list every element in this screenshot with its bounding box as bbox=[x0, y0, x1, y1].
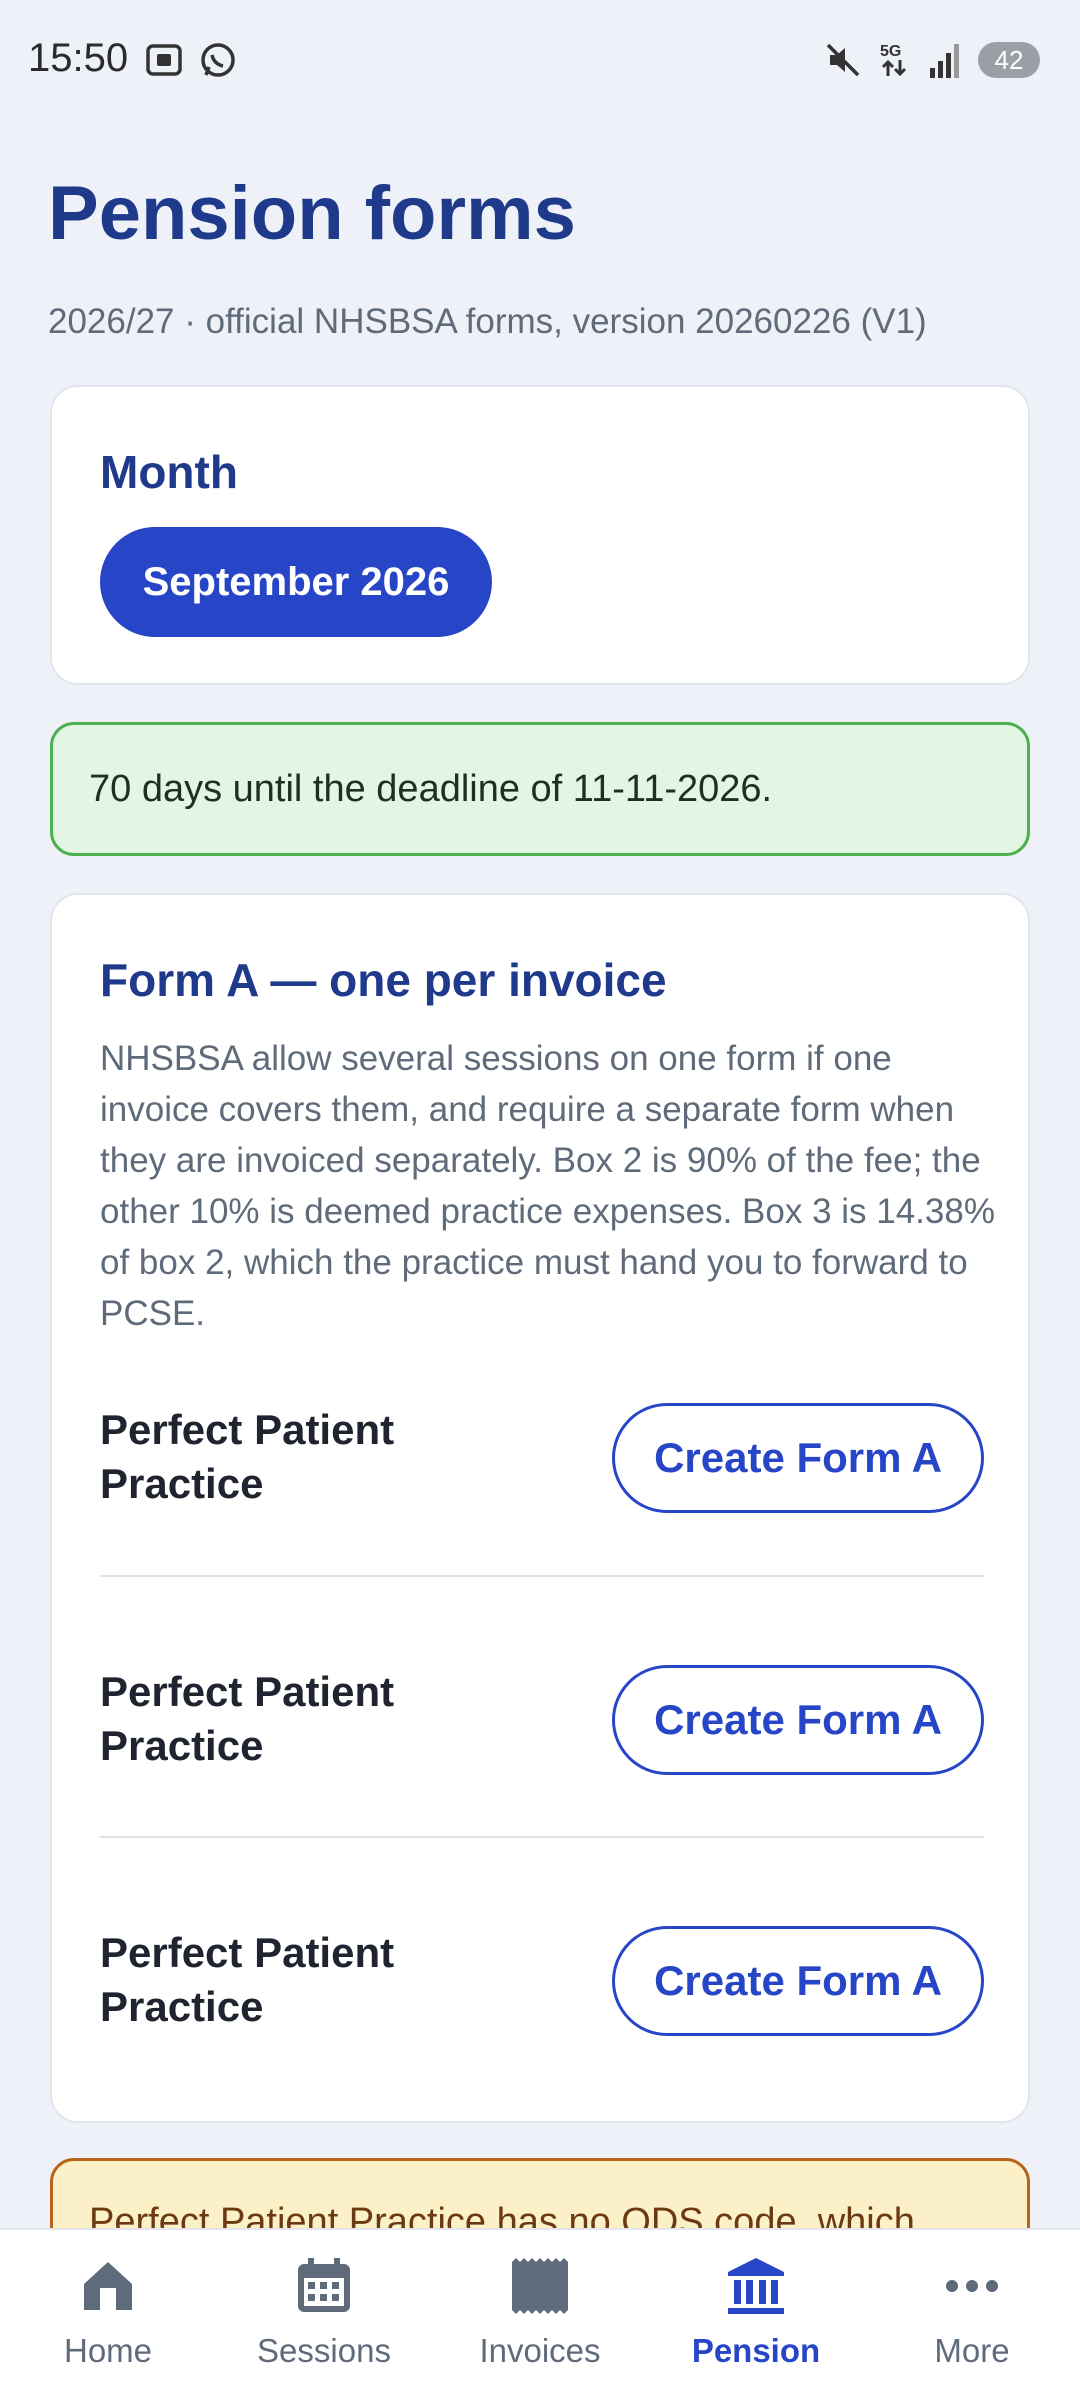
nav-label-sessions: Sessions bbox=[257, 2332, 391, 2369]
status-bar: 15:50 5G 42 bbox=[0, 0, 1080, 120]
nav-item-invoices[interactable]: Invoices bbox=[432, 2230, 648, 2402]
practice-row: Perfect Patient Practice Create Form A bbox=[100, 1665, 984, 1775]
nav-item-home[interactable]: Home bbox=[0, 2230, 216, 2402]
nav-label-invoices: Invoices bbox=[479, 2332, 601, 2369]
home-icon bbox=[84, 2262, 132, 2310]
create-form-a-button[interactable]: Create Form A bbox=[612, 1403, 984, 1513]
calendar-icon bbox=[298, 2258, 350, 2312]
practice-row: Perfect Patient Practice Create Form A bbox=[100, 1403, 984, 1513]
deadline-banner: 70 days until the deadline of 11-11-2026… bbox=[50, 722, 1030, 856]
svg-text:5G: 5G bbox=[880, 43, 901, 60]
practice-name: Perfect Patient Practice bbox=[100, 1668, 395, 1769]
nav-label-home: Home bbox=[63, 2332, 153, 2369]
form-a-description: NHSBSA allow several sessions on one for… bbox=[100, 1039, 995, 1333]
month-selector-button[interactable]: September 2026 bbox=[100, 527, 492, 637]
whatsapp-icon bbox=[201, 43, 235, 77]
more-icon bbox=[946, 2280, 998, 2292]
nav-item-more[interactable]: More bbox=[864, 2230, 1080, 2402]
screenshot-icon bbox=[146, 44, 182, 76]
form-a-card: Form A — one per invoice NHSBSA allow se… bbox=[50, 893, 1030, 2123]
status-time: 15:50 bbox=[28, 36, 129, 80]
page-subtitle: 2026/27 · official NHSBSA forms, version… bbox=[48, 302, 927, 341]
status-right-icons: 5G 42 bbox=[824, 40, 1040, 80]
nav-label-pension: Pension bbox=[691, 2332, 821, 2369]
month-label: Month bbox=[100, 446, 238, 498]
bottom-nav: Home Sessions Invoices Pension More bbox=[0, 2228, 1080, 2402]
signal-icon bbox=[930, 44, 959, 78]
divider bbox=[100, 1575, 984, 1577]
nav-item-sessions[interactable]: Sessions bbox=[216, 2230, 432, 2402]
practice-name: Perfect Patient Practice bbox=[100, 1406, 395, 1507]
receipt-icon bbox=[512, 2258, 568, 2314]
month-card: Month September 2026 bbox=[50, 385, 1030, 685]
create-form-a-button[interactable]: Create Form A bbox=[612, 1665, 984, 1775]
mute-icon bbox=[826, 43, 860, 77]
practice-name: Perfect Patient Practice bbox=[100, 1929, 395, 2030]
status-left-icons bbox=[144, 40, 238, 80]
nav-item-pension[interactable]: Pension bbox=[648, 2230, 864, 2402]
5g-icon: 5G bbox=[880, 43, 907, 77]
nav-label-more: More bbox=[934, 2332, 1010, 2369]
create-form-a-button[interactable]: Create Form A bbox=[612, 1926, 984, 2036]
practice-row: Perfect Patient Practice Create Form A bbox=[100, 1926, 984, 2036]
battery-icon: 42 bbox=[978, 42, 1040, 78]
divider bbox=[100, 1836, 984, 1838]
page-title: Pension forms bbox=[48, 171, 576, 256]
bank-icon bbox=[728, 2258, 784, 2314]
form-a-title: Form A — one per invoice bbox=[100, 954, 667, 1006]
